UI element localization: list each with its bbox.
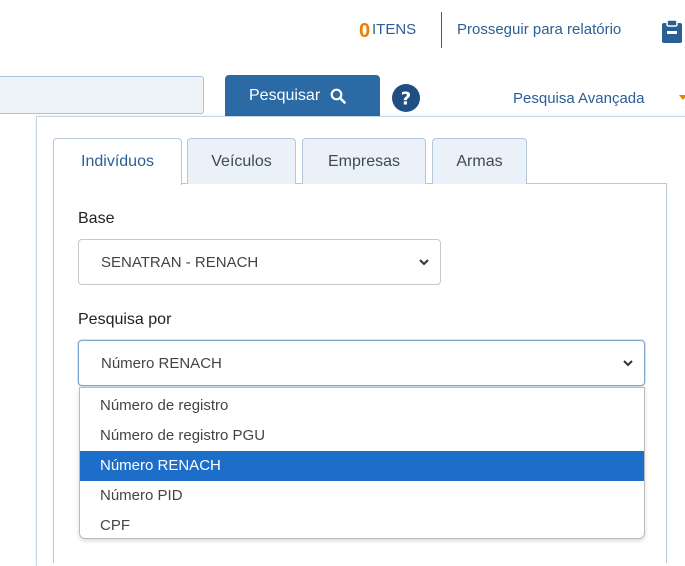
cart-items-label[interactable]: ITENS [372,21,416,38]
dropdown-option-numero-pid[interactable]: Número PID [80,481,644,511]
pesquisa-dropdown-list: Número de registro Número de registro PG… [79,387,645,539]
caret-down-icon [679,95,685,100]
base-select-value: SENATRAN - RENACH [101,253,259,271]
tab-veiculos[interactable]: Veículos [187,138,296,184]
search-icon [330,88,346,104]
tab-armas[interactable]: Armas [432,138,527,184]
clipboard-icon[interactable] [660,18,685,44]
pesquisa-label: Pesquisa por [78,311,172,328]
header-divider [441,12,442,48]
chevron-down-icon [623,360,633,367]
cart-count: 0 [359,20,371,42]
search-input[interactable] [0,76,204,114]
search-button-label: Pesquisar [249,86,321,104]
tab-empresas[interactable]: Empresas [302,138,426,184]
dropdown-option-numero-renach[interactable]: Número RENACH [80,451,644,481]
chevron-down-icon [419,259,429,266]
base-label: Base [78,210,115,227]
pesquisa-select[interactable]: Número RENACH [78,340,645,386]
pesquisa-select-value: Número RENACH [101,354,222,372]
dropdown-option-numero-registro[interactable]: Número de registro [80,391,644,421]
svg-text:?: ? [401,89,411,110]
search-button[interactable]: Pesquisar [225,75,380,116]
help-icon[interactable]: ? [392,84,420,112]
proceed-to-report-link[interactable]: Prosseguir para relatório [457,21,621,38]
advanced-search-link[interactable]: Pesquisa Avançada [513,90,645,107]
tab-individuos[interactable]: Indivíduos [53,138,182,185]
dropdown-option-numero-registro-pgu[interactable]: Número de registro PGU [80,421,644,451]
dropdown-option-cpf[interactable]: CPF [80,511,644,541]
base-select[interactable]: SENATRAN - RENACH [78,239,441,285]
